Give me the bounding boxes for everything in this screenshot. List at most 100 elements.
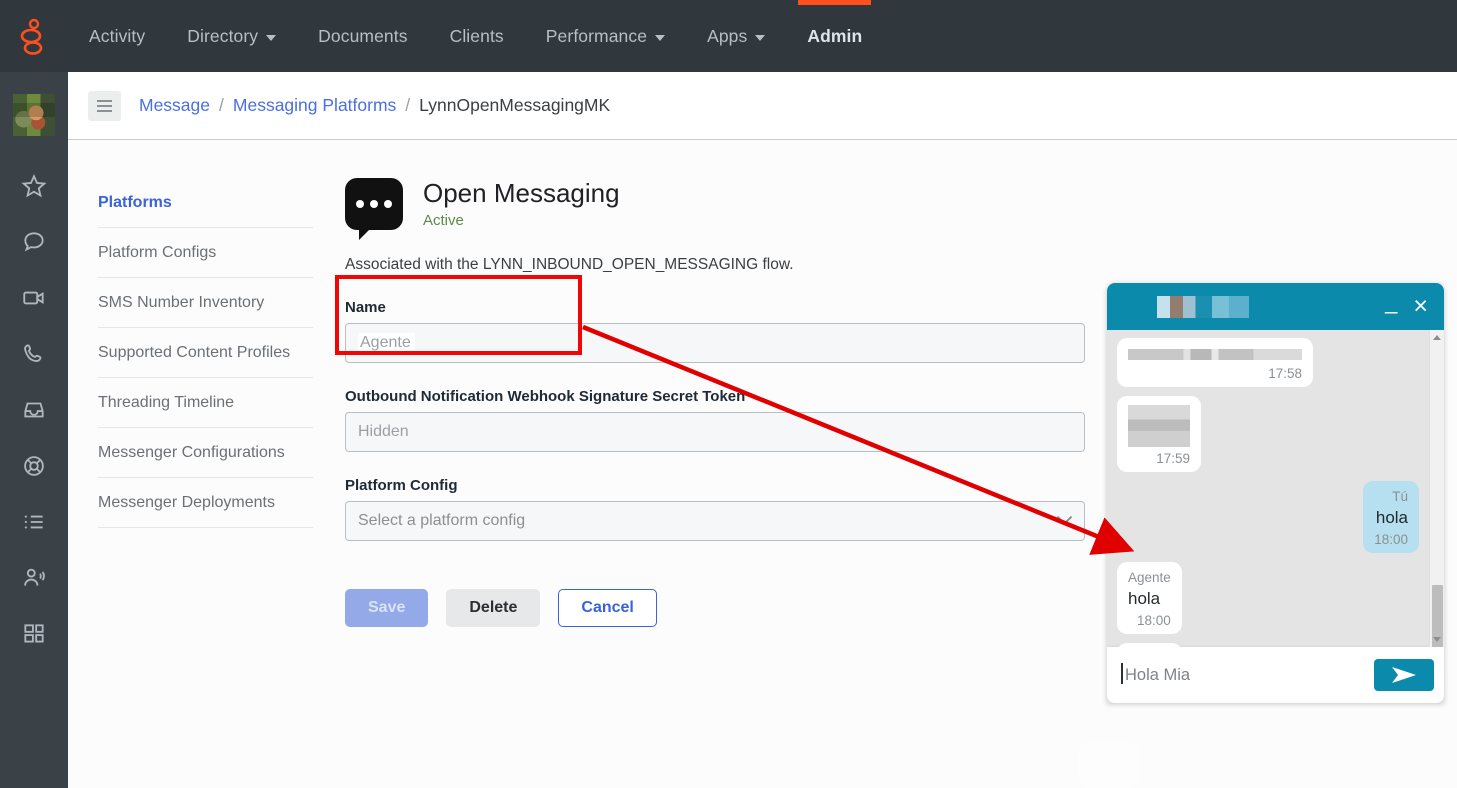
form-header-text: Open Messaging Active bbox=[423, 177, 620, 230]
nav-label: Apps bbox=[707, 25, 748, 46]
chat-title-redacted bbox=[1157, 295, 1249, 318]
breadcrumb-item-message[interactable]: Message bbox=[139, 95, 210, 116]
sidebar-item-messenger-configurations[interactable]: Messenger Configurations bbox=[98, 428, 313, 478]
close-icon[interactable]: × bbox=[1409, 294, 1432, 319]
field-label-platform-config: Platform Config bbox=[345, 477, 458, 494]
rail-item-chat[interactable] bbox=[0, 214, 68, 270]
nav-item-apps[interactable]: Apps bbox=[686, 0, 786, 72]
field-token: Outbound Notification Webhook Signature … bbox=[345, 388, 1085, 452]
page-title: Open Messaging bbox=[423, 177, 620, 208]
sidebar-item-platforms[interactable]: Platforms bbox=[98, 178, 313, 228]
send-icon bbox=[1392, 667, 1416, 683]
phone-icon bbox=[24, 344, 42, 362]
message-time: 17:58 bbox=[1268, 366, 1302, 381]
send-button[interactable] bbox=[1374, 659, 1434, 691]
breadcrumb-bar: Message / Messaging Platforms / LynnOpen… bbox=[68, 72, 1457, 140]
breadcrumb-item-messaging-platforms[interactable]: Messaging Platforms bbox=[233, 95, 396, 116]
rail-item-list[interactable] bbox=[0, 494, 68, 550]
top-nav-items: Activity Directory Documents Clients Per… bbox=[68, 0, 883, 72]
chevron-down-icon bbox=[1056, 508, 1073, 525]
chat-message-redacted: 17:59 bbox=[1117, 396, 1201, 472]
breadcrumb-item-current: LynnOpenMessagingMK bbox=[419, 95, 611, 115]
nav-label: Documents bbox=[318, 25, 408, 46]
sidebar-item-threading-timeline[interactable]: Threading Timeline bbox=[98, 378, 313, 428]
field-label-name: Name bbox=[345, 299, 386, 316]
chat-composer: Hola Mia bbox=[1107, 647, 1444, 703]
video-camera-icon bbox=[23, 291, 44, 305]
sidebar-item-sms-number-inventory[interactable]: SMS Number Inventory bbox=[98, 278, 313, 328]
message-text: hola bbox=[1375, 508, 1408, 528]
token-input-value: Hidden bbox=[358, 423, 409, 440]
rail-item-supervisor[interactable] bbox=[0, 550, 68, 606]
chat-message-incoming: Agente test 18:00 bbox=[1117, 643, 1182, 647]
chat-message-list: 17:58 17:59 Tú hola 18:00 Agente hola 18… bbox=[1107, 330, 1444, 647]
message-sender: Agente bbox=[1128, 570, 1171, 586]
nav-item-clients[interactable]: Clients bbox=[429, 0, 525, 72]
rail-item-apps[interactable] bbox=[0, 606, 68, 662]
genesys-logo[interactable] bbox=[0, 0, 68, 72]
rail-item-inbox[interactable] bbox=[0, 382, 68, 438]
platform-config-select[interactable]: Select a platform config bbox=[345, 501, 1085, 541]
redacted-text bbox=[1128, 349, 1302, 360]
avatar[interactable] bbox=[13, 94, 55, 136]
rail-icon-list bbox=[0, 158, 68, 662]
field-label-token: Outbound Notification Webhook Signature … bbox=[345, 388, 746, 405]
token-input[interactable]: Hidden bbox=[345, 412, 1085, 452]
sidebar-item-messenger-deployments[interactable]: Messenger Deployments bbox=[98, 478, 313, 528]
nav-label: Performance bbox=[545, 25, 648, 46]
sidebar-item-platform-configs[interactable]: Platform Configs bbox=[98, 228, 313, 278]
speech-bubble-icon bbox=[345, 178, 403, 240]
lifebuoy-icon bbox=[24, 456, 44, 476]
chat-widget: _ × 17:58 17:59 Tú hola 18:00 Agente hol… bbox=[1107, 283, 1444, 703]
message-text: hola bbox=[1128, 589, 1161, 609]
rail-item-favorites[interactable] bbox=[0, 158, 68, 214]
chat-widget-header: _ × bbox=[1107, 283, 1444, 330]
name-input[interactable]: Agente bbox=[345, 323, 1085, 363]
form-description: Associated with the LYNN_INBOUND_OPEN_ME… bbox=[345, 256, 794, 273]
star-icon bbox=[21, 174, 47, 198]
message-time: 18:00 bbox=[1137, 613, 1171, 629]
scroll-down-arrow[interactable] bbox=[1433, 637, 1441, 642]
breadcrumb-separator: / bbox=[219, 95, 224, 115]
chat-message-outgoing: Tú hola 18:00 bbox=[1363, 481, 1419, 554]
nav-item-activity[interactable]: Activity bbox=[68, 0, 166, 72]
form-header: Open Messaging Active bbox=[345, 177, 1457, 240]
sidebar-item-supported-content-profiles[interactable]: Supported Content Profiles bbox=[98, 328, 313, 378]
apps-grid-icon bbox=[24, 624, 44, 643]
chat-input[interactable]: Hola Mia bbox=[1121, 663, 1374, 687]
side-menu: Platforms Platform Configs SMS Number In… bbox=[68, 140, 313, 788]
hamburger-icon[interactable] bbox=[88, 90, 121, 121]
scroll-up-arrow[interactable] bbox=[1433, 335, 1441, 340]
chat-launcher-ghost[interactable] bbox=[1078, 742, 1140, 788]
nav-label: Activity bbox=[89, 25, 146, 46]
minimize-icon[interactable]: _ bbox=[1373, 290, 1409, 317]
save-button[interactable]: Save bbox=[345, 589, 429, 627]
rail-item-support[interactable] bbox=[0, 438, 68, 494]
nav-label: Directory bbox=[187, 25, 259, 46]
nav-item-admin[interactable]: Admin bbox=[786, 0, 883, 72]
cancel-button[interactable]: Cancel bbox=[558, 589, 657, 627]
breadcrumb: Message / Messaging Platforms / LynnOpen… bbox=[139, 95, 610, 116]
message-time: 17:59 bbox=[1156, 451, 1190, 466]
nav-item-documents[interactable]: Documents bbox=[297, 0, 428, 72]
nav-item-directory[interactable]: Directory bbox=[166, 0, 297, 72]
message-sender: Tú bbox=[1392, 489, 1408, 504]
chat-input-value: Hola Mia bbox=[1125, 665, 1191, 684]
breadcrumb-separator: / bbox=[405, 95, 411, 115]
message-time: 18:00 bbox=[1374, 532, 1408, 548]
rail-item-phone[interactable] bbox=[0, 326, 68, 382]
redacted-text bbox=[1128, 405, 1190, 447]
rail-item-video[interactable] bbox=[0, 270, 68, 326]
field-name: Name Agente bbox=[345, 299, 1085, 363]
chevron-down-icon bbox=[266, 34, 277, 41]
list-icon bbox=[24, 515, 43, 529]
person-voice-icon bbox=[24, 568, 45, 586]
delete-button[interactable]: Delete bbox=[446, 589, 541, 627]
nav-label: Admin bbox=[807, 25, 863, 46]
genesys-logo-icon bbox=[20, 18, 43, 55]
status-badge: Active bbox=[423, 212, 464, 230]
chat-scrollbar[interactable] bbox=[1429, 330, 1444, 647]
nav-item-performance[interactable]: Performance bbox=[525, 0, 686, 72]
inbox-icon bbox=[24, 402, 44, 418]
app-root: Activity Directory Documents Clients Per… bbox=[0, 0, 1457, 788]
